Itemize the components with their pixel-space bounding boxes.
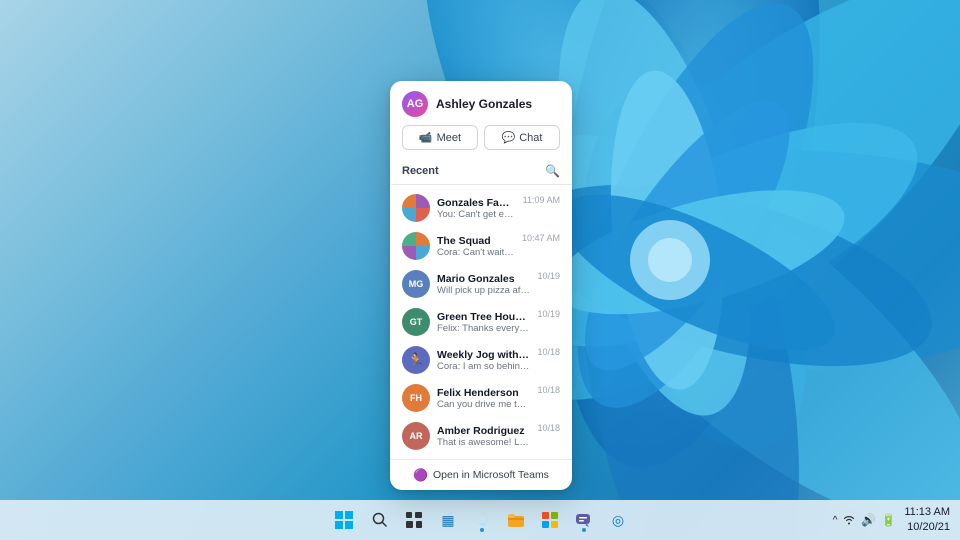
file-explorer-button[interactable] <box>502 506 530 534</box>
start-button[interactable] <box>328 504 360 536</box>
open-teams-footer[interactable]: 🟣 Open in Microsoft Teams <box>390 459 572 490</box>
teams-chat-popup: AG Ashley Gonzales 📹 Meet 💬 Chat Recent … <box>390 81 572 490</box>
file-explorer-icon <box>507 511 525 529</box>
avatar: FH <box>402 384 430 412</box>
search-button-wrap <box>366 506 394 534</box>
search-button[interactable] <box>366 506 394 534</box>
teams-chat-icon <box>575 511 593 529</box>
store-wrap <box>536 506 564 534</box>
store-button[interactable] <box>536 506 564 534</box>
wifi-icon[interactable] <box>842 512 856 529</box>
edge-wrap <box>468 506 496 534</box>
sound-icon[interactable]: 🔊 <box>861 513 876 527</box>
chat-list: Gonzales Family You: Can't get enough of… <box>390 189 572 459</box>
active-indicator <box>582 528 586 532</box>
list-item[interactable]: AR Amber Rodriguez That is awesome! Love… <box>390 417 572 455</box>
avatar <box>402 232 430 260</box>
search-icon <box>372 512 388 528</box>
task-view-wrap <box>400 506 428 534</box>
active-indicator <box>480 528 484 532</box>
avatar: AR <box>402 422 430 450</box>
date-display: 10/20/21 <box>904 520 950 535</box>
edge-icon <box>473 511 491 529</box>
task-view-button[interactable] <box>400 506 428 534</box>
recent-section-header: Recent 🔍 <box>390 160 572 184</box>
start-button-wrap <box>328 504 360 536</box>
user-name: Ashley Gonzales <box>436 97 532 111</box>
windows-logo-icon <box>335 511 353 529</box>
chat-label: Chat <box>519 132 542 144</box>
clock-display[interactable]: 11:13 AM 10/20/21 <box>904 505 950 536</box>
action-buttons: 📹 Meet 💬 Chat <box>390 125 572 160</box>
meet-label: Meet <box>437 132 461 144</box>
popup-header: AG Ashley Gonzales <box>390 81 572 125</box>
list-item[interactable]: MG Mario Gonzales Will pick up pizza aft… <box>390 265 572 303</box>
widgets-button[interactable]: ▦ <box>434 506 462 534</box>
sys-icons: ^ 🔊 🔋 <box>833 512 897 529</box>
task-view-icon <box>406 512 422 528</box>
desktop: AG Ashley Gonzales 📹 Meet 💬 Chat Recent … <box>0 0 960 540</box>
chevron-icon[interactable]: ^ <box>833 515 838 526</box>
chat-button[interactable]: 💬 Chat <box>484 125 560 150</box>
chat-icon: 💬 <box>502 131 516 144</box>
list-item[interactable]: FH Felix Henderson Can you drive me to t… <box>390 379 572 417</box>
list-item[interactable]: GT Green Tree House PTA Felix: Thanks ev… <box>390 303 572 341</box>
divider <box>390 184 572 185</box>
meet-icon: 📹 <box>419 131 433 144</box>
list-item[interactable]: The Squad Cora: Can't wait to see everyo… <box>390 227 572 265</box>
avatar <box>402 194 430 222</box>
avatar: 🏃 <box>402 346 430 374</box>
edge2-button[interactable]: ◎ <box>604 506 632 534</box>
widgets-wrap: ▦ <box>434 506 462 534</box>
taskbar-center: ▦ <box>328 504 632 536</box>
teams-icon: 🟣 <box>413 468 428 482</box>
footer-label: Open in Microsoft Teams <box>433 469 549 481</box>
avatar: GT <box>402 308 430 336</box>
taskbar: ▦ <box>0 500 960 540</box>
search-icon[interactable]: 🔍 <box>545 164 560 178</box>
list-item[interactable]: Gonzales Family You: Can't get enough of… <box>390 189 572 227</box>
teams-chat-wrap <box>570 506 598 534</box>
avatar: MG <box>402 270 430 298</box>
file-explorer-wrap <box>502 506 530 534</box>
store-icon <box>541 511 559 529</box>
meet-button[interactable]: 📹 Meet <box>402 125 478 150</box>
time-display: 11:13 AM <box>904 505 950 520</box>
battery-icon[interactable]: 🔋 <box>881 513 896 527</box>
user-avatar: AG <box>402 91 428 117</box>
system-tray: ^ 🔊 🔋 11:13 AM 10/20/21 <box>833 505 950 536</box>
list-item[interactable]: 🏃 Weekly Jog with Cora Cora: I am so beh… <box>390 341 572 379</box>
edge2-wrap: ◎ <box>604 506 632 534</box>
recent-label: Recent <box>402 165 439 177</box>
